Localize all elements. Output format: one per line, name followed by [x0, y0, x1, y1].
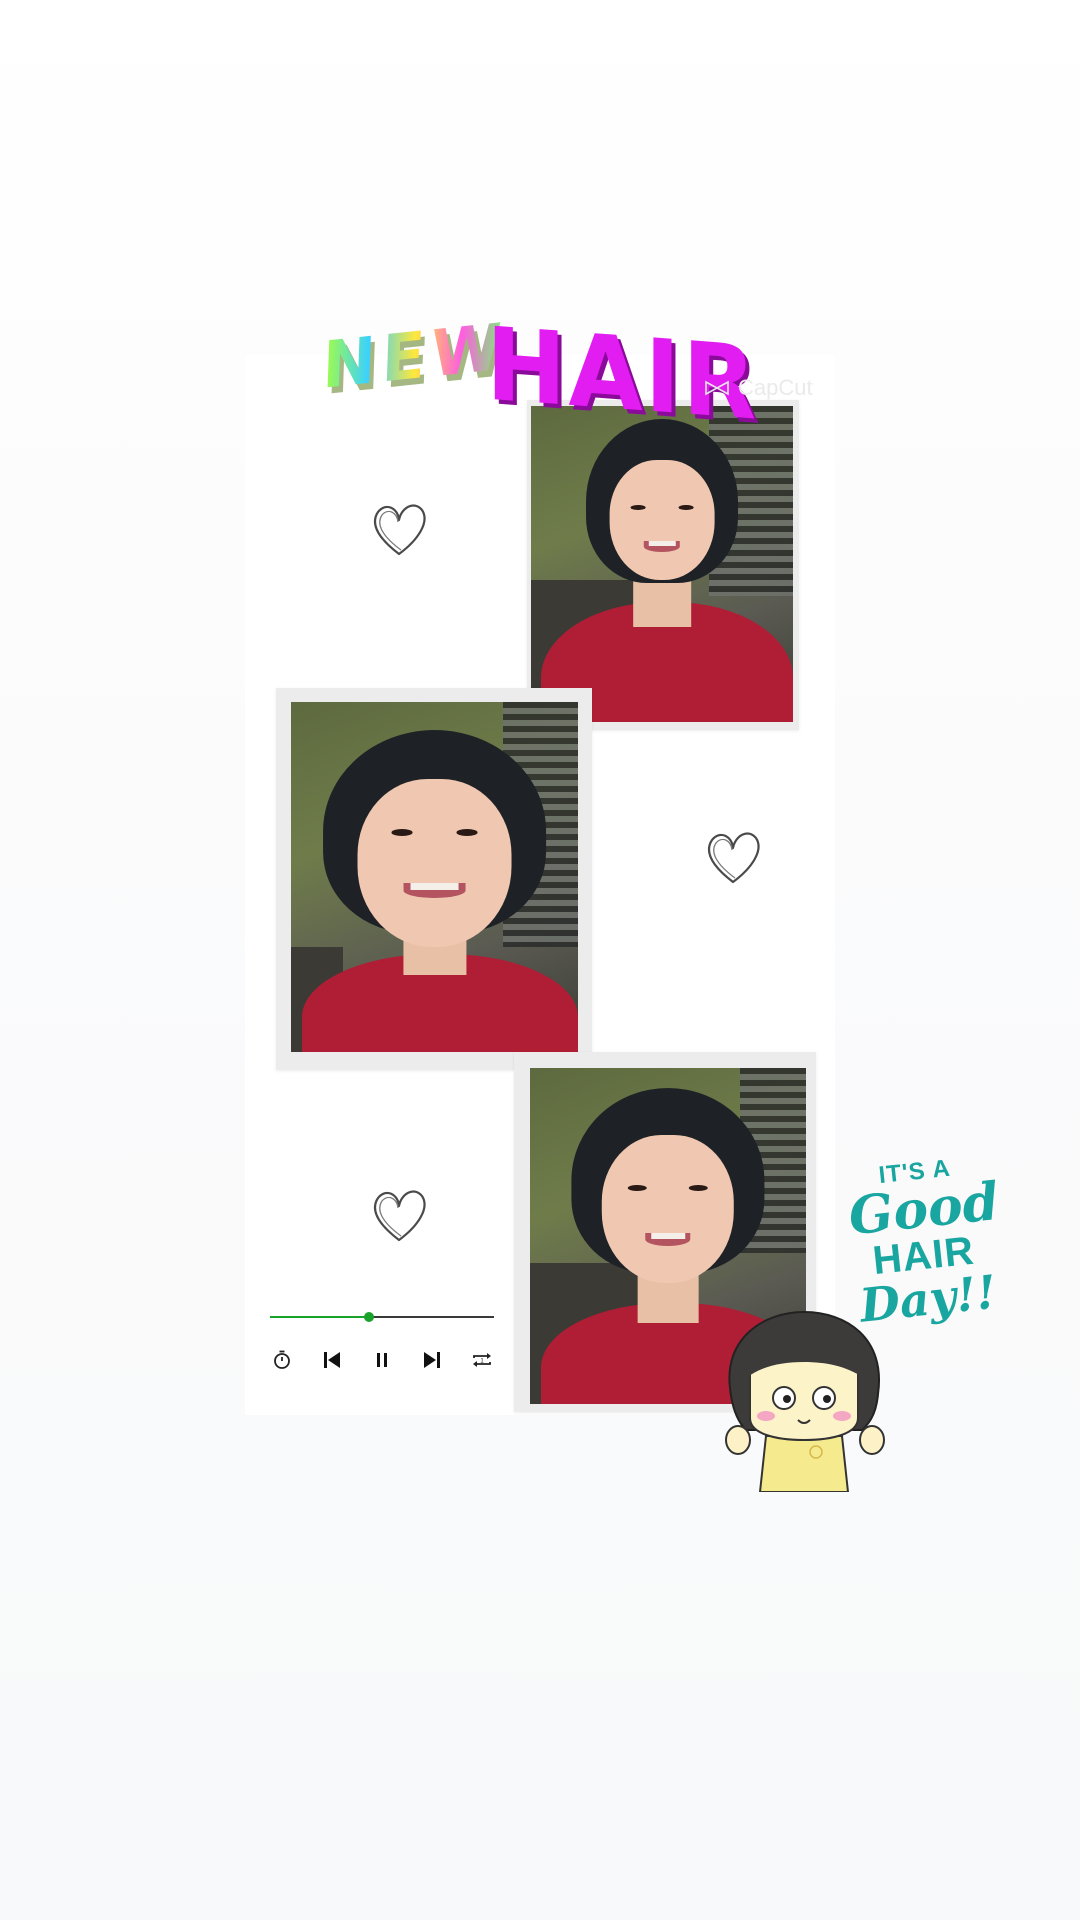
timer-button[interactable] — [270, 1348, 294, 1372]
music-player: 1 — [270, 1308, 494, 1369]
heart-doodle-top — [373, 504, 426, 556]
previous-button[interactable] — [320, 1348, 344, 1372]
timer-icon — [274, 1350, 290, 1369]
repeat-icon: 1 — [473, 1353, 491, 1367]
photo-frame-middle — [276, 688, 592, 1070]
selfie-photo-top — [531, 406, 793, 722]
cartoon-girl-sticker — [725, 1310, 885, 1492]
capcut-logo-icon — [705, 380, 729, 396]
watermark-text: CapCut — [738, 375, 813, 400]
progress-fill — [270, 1316, 369, 1318]
progress-knob[interactable] — [363, 1312, 374, 1322]
pause-button[interactable] — [370, 1348, 394, 1372]
repeat-button[interactable]: 1 — [470, 1348, 494, 1372]
photo-frame-top — [527, 400, 799, 730]
hair-title-sticker: HAIR — [486, 305, 759, 443]
next-icon — [424, 1352, 440, 1368]
heart-doodle-middle — [707, 832, 760, 884]
previous-icon — [324, 1352, 340, 1368]
capcut-watermark: CapCut — [704, 375, 813, 401]
next-button[interactable] — [420, 1348, 444, 1372]
heart-doodle-bottom — [373, 1190, 426, 1242]
selfie-photo-middle — [291, 702, 578, 1052]
good-hair-day-sticker: IT'S A Good HAIR Day!! — [844, 1153, 1002, 1333]
progress-track[interactable] — [270, 1312, 494, 1322]
pause-icon — [377, 1353, 387, 1367]
